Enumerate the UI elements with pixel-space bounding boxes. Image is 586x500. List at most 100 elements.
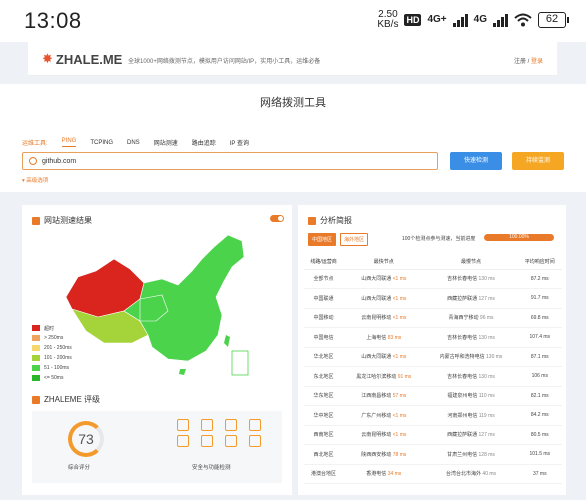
network-type-2: 4G <box>473 14 487 25</box>
cell-average: 87.1 ms <box>517 347 562 367</box>
fastest-node: 黑龙江哈尔滨移动 <box>356 373 397 380</box>
table-row: 全部节点 山西大同联通 <1 ms 吉林长春电信 130 ms 87.2 ms <box>304 269 562 289</box>
logo-text: ZHALE.ME <box>55 51 123 67</box>
fastest-ms: 57 ms <box>392 393 407 400</box>
cell-fastest: 山西大同联通 <1 ms <box>343 288 425 309</box>
map-region-hainan[interactable] <box>179 369 186 375</box>
advanced-label: 高级选项 <box>26 178 49 184</box>
security-icons <box>177 419 263 447</box>
legend-swatch-250 <box>32 335 40 341</box>
slowest-node: 吉林长春电信 <box>447 373 478 380</box>
tool-label: 运维工具: <box>22 141 48 147</box>
table-row: 华东地区 江西南昌移动 57 ms 福建泉州电信 110 ms 82.1 ms <box>304 386 562 406</box>
slowest-ms: 130 ms <box>478 334 495 341</box>
security-label: 安全与功能检测 <box>192 465 231 471</box>
top-nav: ✸ ZHALE.ME 全球1000+网络拨测节点，模拟用户访问网站/IP，实用小… <box>28 42 557 76</box>
slowest-node: 福建泉州电信 <box>447 393 478 400</box>
score-panel: 73 综合评分 安全与功能检测 <box>32 411 282 483</box>
tab-tcping[interactable]: TCPING <box>90 140 113 146</box>
analysis-title: 分析简报 <box>320 216 352 225</box>
tab-ip-lookup[interactable]: IP 查询 <box>230 138 249 147</box>
map-toggle[interactable] <box>270 215 284 222</box>
login-link[interactable]: 登录 <box>531 59 543 65</box>
china-speed-map[interactable] <box>52 225 252 380</box>
search-input[interactable]: github.com <box>22 152 438 170</box>
cell-line: 全部节点 <box>304 269 344 289</box>
cell-line: 东北地区 <box>304 366 344 387</box>
fastest-node: 云南昆明移动 <box>361 315 392 322</box>
map-legend: 超时 > 250ms 201 - 250ms 101 - 200ms 51 - … <box>32 323 72 383</box>
table-row: 港澳台地区 香港电信 34 ms 台湾台北市海外 40 ms 37 ms <box>304 464 562 484</box>
legend-label: 201 - 250ms <box>44 345 72 351</box>
cell-average: 69.8 ms <box>517 308 562 328</box>
cell-line: 华北地区 <box>304 347 344 367</box>
dns-icon <box>225 435 237 447</box>
tab-dns[interactable]: DNS <box>127 140 140 146</box>
slowest-node: 青海西宁移动 <box>448 315 479 322</box>
table-row: 中国移动 云南昆明移动 <1 ms 青海西宁移动 96 ms 69.8 ms <box>304 308 562 328</box>
col-average: 平均响应时间 <box>517 255 562 270</box>
cell-average: 87.2 ms <box>517 269 562 289</box>
cell-fastest: 香港电信 34 ms <box>343 464 425 484</box>
legend-label: <= 50ms <box>44 375 64 381</box>
score-card-title: ZHALEME 评级 <box>44 395 101 404</box>
fastest-ms: <1 ms <box>392 295 407 302</box>
tab-website-speed[interactable]: 网站测速 <box>154 138 178 147</box>
logo-star-icon: ✸ <box>42 51 53 66</box>
shield-icon <box>32 395 40 404</box>
slowest-node: 甘肃兰州电信 <box>447 451 478 458</box>
map-region-taiwan[interactable] <box>224 335 230 347</box>
cell-fastest: 山西大同联通 <1 ms <box>343 269 425 289</box>
cell-line: 西北地区 <box>304 444 344 465</box>
continuous-monitor-button[interactable]: 持续监测 <box>512 152 564 170</box>
quick-check-button[interactable]: 快速检测 <box>450 152 502 170</box>
progress-bar: 100.00% <box>484 234 554 241</box>
slowest-node: 吉林长春电信 <box>447 334 478 341</box>
advanced-options-link[interactable]: ▾ 高级选项 <box>22 176 48 184</box>
register-link[interactable]: 注册 <box>514 59 526 65</box>
cell-fastest: 云南昆明移动 <1 ms <box>343 425 425 445</box>
cell-average: 84.2 ms <box>517 405 562 426</box>
fastest-ms: <1 ms <box>392 315 407 322</box>
slowest-ms: 110 ms <box>478 393 495 400</box>
globe-icon <box>29 157 37 165</box>
cell-slowest: 吉林长春电信 130 ms <box>424 366 518 387</box>
cell-slowest: 甘肃兰州电信 128 ms <box>424 444 518 465</box>
cell-slowest: 青海西宁移动 96 ms <box>424 308 518 328</box>
tab-overseas-region[interactable]: 海外地区 <box>340 233 369 246</box>
cell-slowest: 台湾台北市海外 40 ms <box>424 464 518 484</box>
table-row: 东北地区 黑龙江哈尔滨移动 91 ms 吉林长春电信 130 ms 106 ms <box>304 366 562 387</box>
status-bar: 13:08 2.50 KB/s HD 4G+ 4G 62 <box>0 0 586 42</box>
legend-item: > 250ms <box>32 333 72 343</box>
server-icon <box>201 435 213 447</box>
tab-ping[interactable]: PING <box>61 138 77 147</box>
cell-slowest: 内蒙古呼和浩特电信 130 ms <box>424 347 518 367</box>
cell-line: 华中地区 <box>304 405 344 426</box>
tab-china-region[interactable]: 中国地区 <box>308 233 337 246</box>
slowest-node: 西藏拉萨联通 <box>447 295 478 302</box>
progress-text: 100个检测点参与测速，当前进度 <box>402 236 476 242</box>
slowest-ms: 127 ms <box>478 295 495 302</box>
signal-icon-2 <box>493 13 508 27</box>
fastest-ms: 78 ms <box>392 451 407 458</box>
report-icon <box>308 216 316 225</box>
tab-traceroute[interactable]: 路由追踪 <box>192 138 216 147</box>
table-row: 华中地区 广东广州移动 <1 ms 河南郑州电信 119 ms 84.2 ms <box>304 405 562 426</box>
legend-swatch-101 <box>32 355 40 361</box>
fastest-ms: <1 ms <box>392 432 407 439</box>
cell-average: 107.4 ms <box>517 327 562 348</box>
legend-label: 101 - 200ms <box>44 355 72 361</box>
slowest-node: 台湾台北市海外 <box>446 471 482 478</box>
cell-fastest: 上海电信 83 ms <box>343 327 425 348</box>
analysis-card: 分析简报 中国地区 海外地区 100个检测点参与测速，当前进度 100.00% … <box>298 205 566 495</box>
legend-item: 超时 <box>32 323 72 333</box>
table-row: 中国电信 上海电信 83 ms 吉林长春电信 130 ms 107.4 ms <box>304 327 562 348</box>
fastest-node: 江西南昌移动 <box>361 393 392 400</box>
slowest-ms: 130 ms <box>486 354 503 361</box>
ssl-icon <box>177 419 189 431</box>
site-logo[interactable]: ✸ ZHALE.ME <box>42 51 122 67</box>
fastest-node: 山西大同联通 <box>361 295 392 302</box>
slowest-ms: 130 ms <box>478 373 495 380</box>
map-south-sea-inset <box>231 350 249 376</box>
fastest-ms: 91 ms <box>397 373 412 380</box>
